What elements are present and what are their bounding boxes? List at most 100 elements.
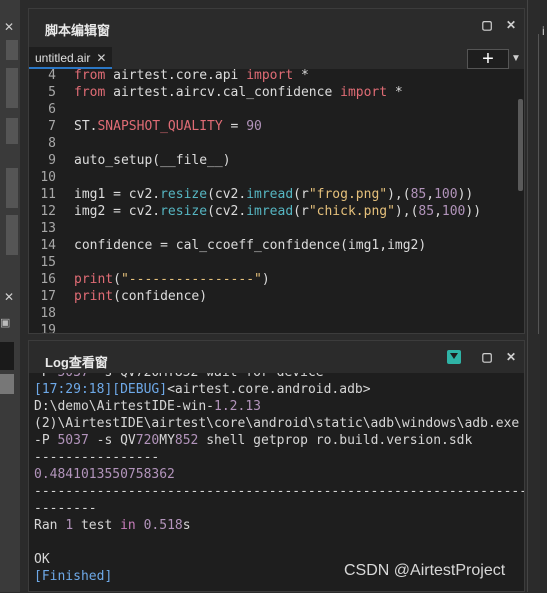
line-number: 10 [40, 170, 56, 185]
tab-untitled-air[interactable]: untitled.air ✕ [29, 47, 113, 69]
dock-tab[interactable] [0, 342, 14, 370]
code-token: )) [465, 204, 482, 219]
log-token: -P [34, 433, 58, 448]
line-number: 5 [48, 85, 56, 100]
close-icon[interactable]: ✕ [503, 18, 519, 32]
restore-icon[interactable]: ▢ [479, 18, 495, 32]
code-token: ),( [394, 204, 419, 219]
dock-tab[interactable] [6, 68, 18, 108]
line-number: 6 [48, 102, 56, 117]
code-text: confidence = cal_ccoeff_confidence(img1,… [74, 237, 426, 254]
log-token: 5037 [57, 373, 88, 380]
code-token: ),( [387, 187, 411, 202]
close-icon[interactable]: ✕ [503, 350, 519, 364]
code-token: (r [293, 187, 309, 202]
watermark: CSDN @AirtestProject [344, 562, 506, 579]
code-token: = [222, 119, 247, 134]
code-line[interactable]: 18 [29, 305, 509, 322]
code-token: (cv2. [207, 204, 247, 219]
code-text: img1 = cv2.resize(cv2.imread(r"frog.png"… [74, 186, 473, 203]
code-editor[interactable]: 4 from airtest.core.api import * 5 from air… [29, 69, 526, 333]
editor-tabbar: untitled.air ✕ + ▼ [29, 45, 524, 69]
scrollbar-thumb[interactable] [518, 99, 523, 191]
log-token [136, 518, 144, 533]
code-token: * [387, 85, 403, 100]
log-token: <airtest.core.android.adb> [167, 382, 371, 397]
close-icon[interactable]: ✕ [4, 20, 14, 34]
code-line[interactable]: 4 from airtest.core.api import * [29, 69, 509, 84]
log-token: D:\demo\AirtestIDE-win- [34, 399, 215, 414]
filter-icon[interactable] [447, 350, 461, 364]
log-output: -P 5037 -s QV720MY852 wait-for-device[17… [34, 373, 524, 593]
add-button[interactable]: + [467, 49, 509, 69]
log-token: 5037 [57, 433, 89, 448]
log-line: ----------------------------------------… [34, 483, 524, 500]
log-line: D:\demo\AirtestIDE-win-1.2.13 [34, 398, 524, 415]
log-token: -------- [34, 501, 97, 516]
line-number: 8 [48, 136, 56, 151]
right-panel-label: i [542, 24, 545, 38]
code-line[interactable]: 10 [29, 169, 509, 186]
dock-tab[interactable] [6, 40, 18, 60]
code-line[interactable]: 17 print(confidence) [29, 288, 509, 305]
code-token: 85 [418, 204, 435, 219]
log-token: -s QV [88, 433, 136, 448]
log-token: 0.4841013550758362 [34, 467, 175, 482]
code-line[interactable]: 14 confidence = cal_ccoeff_confidence(img… [29, 237, 509, 254]
log-line: -P 5037 -s QV720MY852 wait-for-device [34, 373, 524, 381]
camera-icon[interactable]: ▣ [0, 316, 10, 329]
log-token: Ran [34, 518, 66, 533]
editor-title: 脚本编辑窗 [45, 23, 111, 38]
code-line[interactable]: 5 from airtest.aircv.cal_confidence impor… [29, 84, 509, 101]
dock-tab[interactable] [6, 215, 18, 255]
chevron-down-icon[interactable]: ▼ [511, 53, 521, 64]
code-token: from [74, 69, 114, 83]
dock-tab[interactable] [0, 374, 14, 394]
code-token: 100 [441, 204, 466, 219]
log-token: OK [34, 552, 50, 567]
code-token: img2 = cv2. [74, 204, 161, 219]
code-line[interactable]: 12 img2 = cv2.resize(cv2.imread(r"chick.p… [29, 203, 509, 220]
dock-tab[interactable] [6, 168, 18, 208]
log-title-bar: Log查看窗 ▢ ✕ [29, 341, 524, 373]
code-line[interactable]: 6 [29, 101, 509, 118]
code-line[interactable]: 9 auto_setup(__file__) [29, 152, 509, 169]
code-text: print(confidence) [74, 288, 207, 305]
code-token: print [74, 272, 114, 287]
log-line: Ran 1 test in 0.518s [34, 517, 524, 534]
code-token: "frog.png" [308, 187, 388, 202]
code-token: (confidence) [113, 289, 208, 304]
code-line[interactable]: 8 [29, 135, 509, 152]
line-number: 11 [40, 187, 56, 202]
log-token: 1 [65, 518, 74, 533]
log-token: 0.518 [143, 518, 183, 533]
code-line[interactable]: 16 print("----------------") [29, 271, 509, 288]
code-token: print [74, 289, 114, 304]
log-line: -P 5037 -s QV720MY852 shell getprop ro.b… [34, 432, 524, 449]
right-dock-strip: i [527, 0, 547, 592]
line-number: 19 [40, 323, 56, 333]
log-title: Log查看窗 [45, 355, 108, 370]
restore-icon[interactable]: ▢ [479, 350, 495, 364]
log-token: (2)\AirtestIDE\airtest\core\android\stat… [34, 416, 520, 431]
close-icon[interactable]: ✕ [4, 290, 14, 304]
line-number: 14 [40, 238, 56, 253]
tab-label: untitled.air [35, 51, 91, 65]
code-token: "chick.png" [308, 204, 395, 219]
line-number: 18 [40, 306, 56, 321]
code-line[interactable]: 19 [29, 322, 509, 333]
code-line[interactable]: 13 [29, 220, 509, 237]
code-token: (cv2. [207, 187, 247, 202]
tab-close-icon[interactable]: ✕ [96, 51, 106, 65]
code-token: confidence = cal_ccoeff_confidence(img1,… [74, 238, 427, 253]
dock-tab[interactable] [6, 118, 18, 144]
code-text: from airtest.core.api import * [74, 69, 309, 84]
code-line[interactable]: 7 ST.SNAPSHOT_QUALITY = 90 [29, 118, 509, 135]
code-line[interactable]: 11 img1 = cv2.resize(cv2.imread(r"frog.pn… [29, 186, 509, 203]
code-text: from airtest.aircv.cal_confidence import… [74, 84, 403, 101]
code-line[interactable]: 15 [29, 254, 509, 271]
code-token: resize [160, 187, 208, 202]
log-token: ----------------------------------------… [34, 484, 524, 499]
code-token: 85 [410, 187, 427, 202]
